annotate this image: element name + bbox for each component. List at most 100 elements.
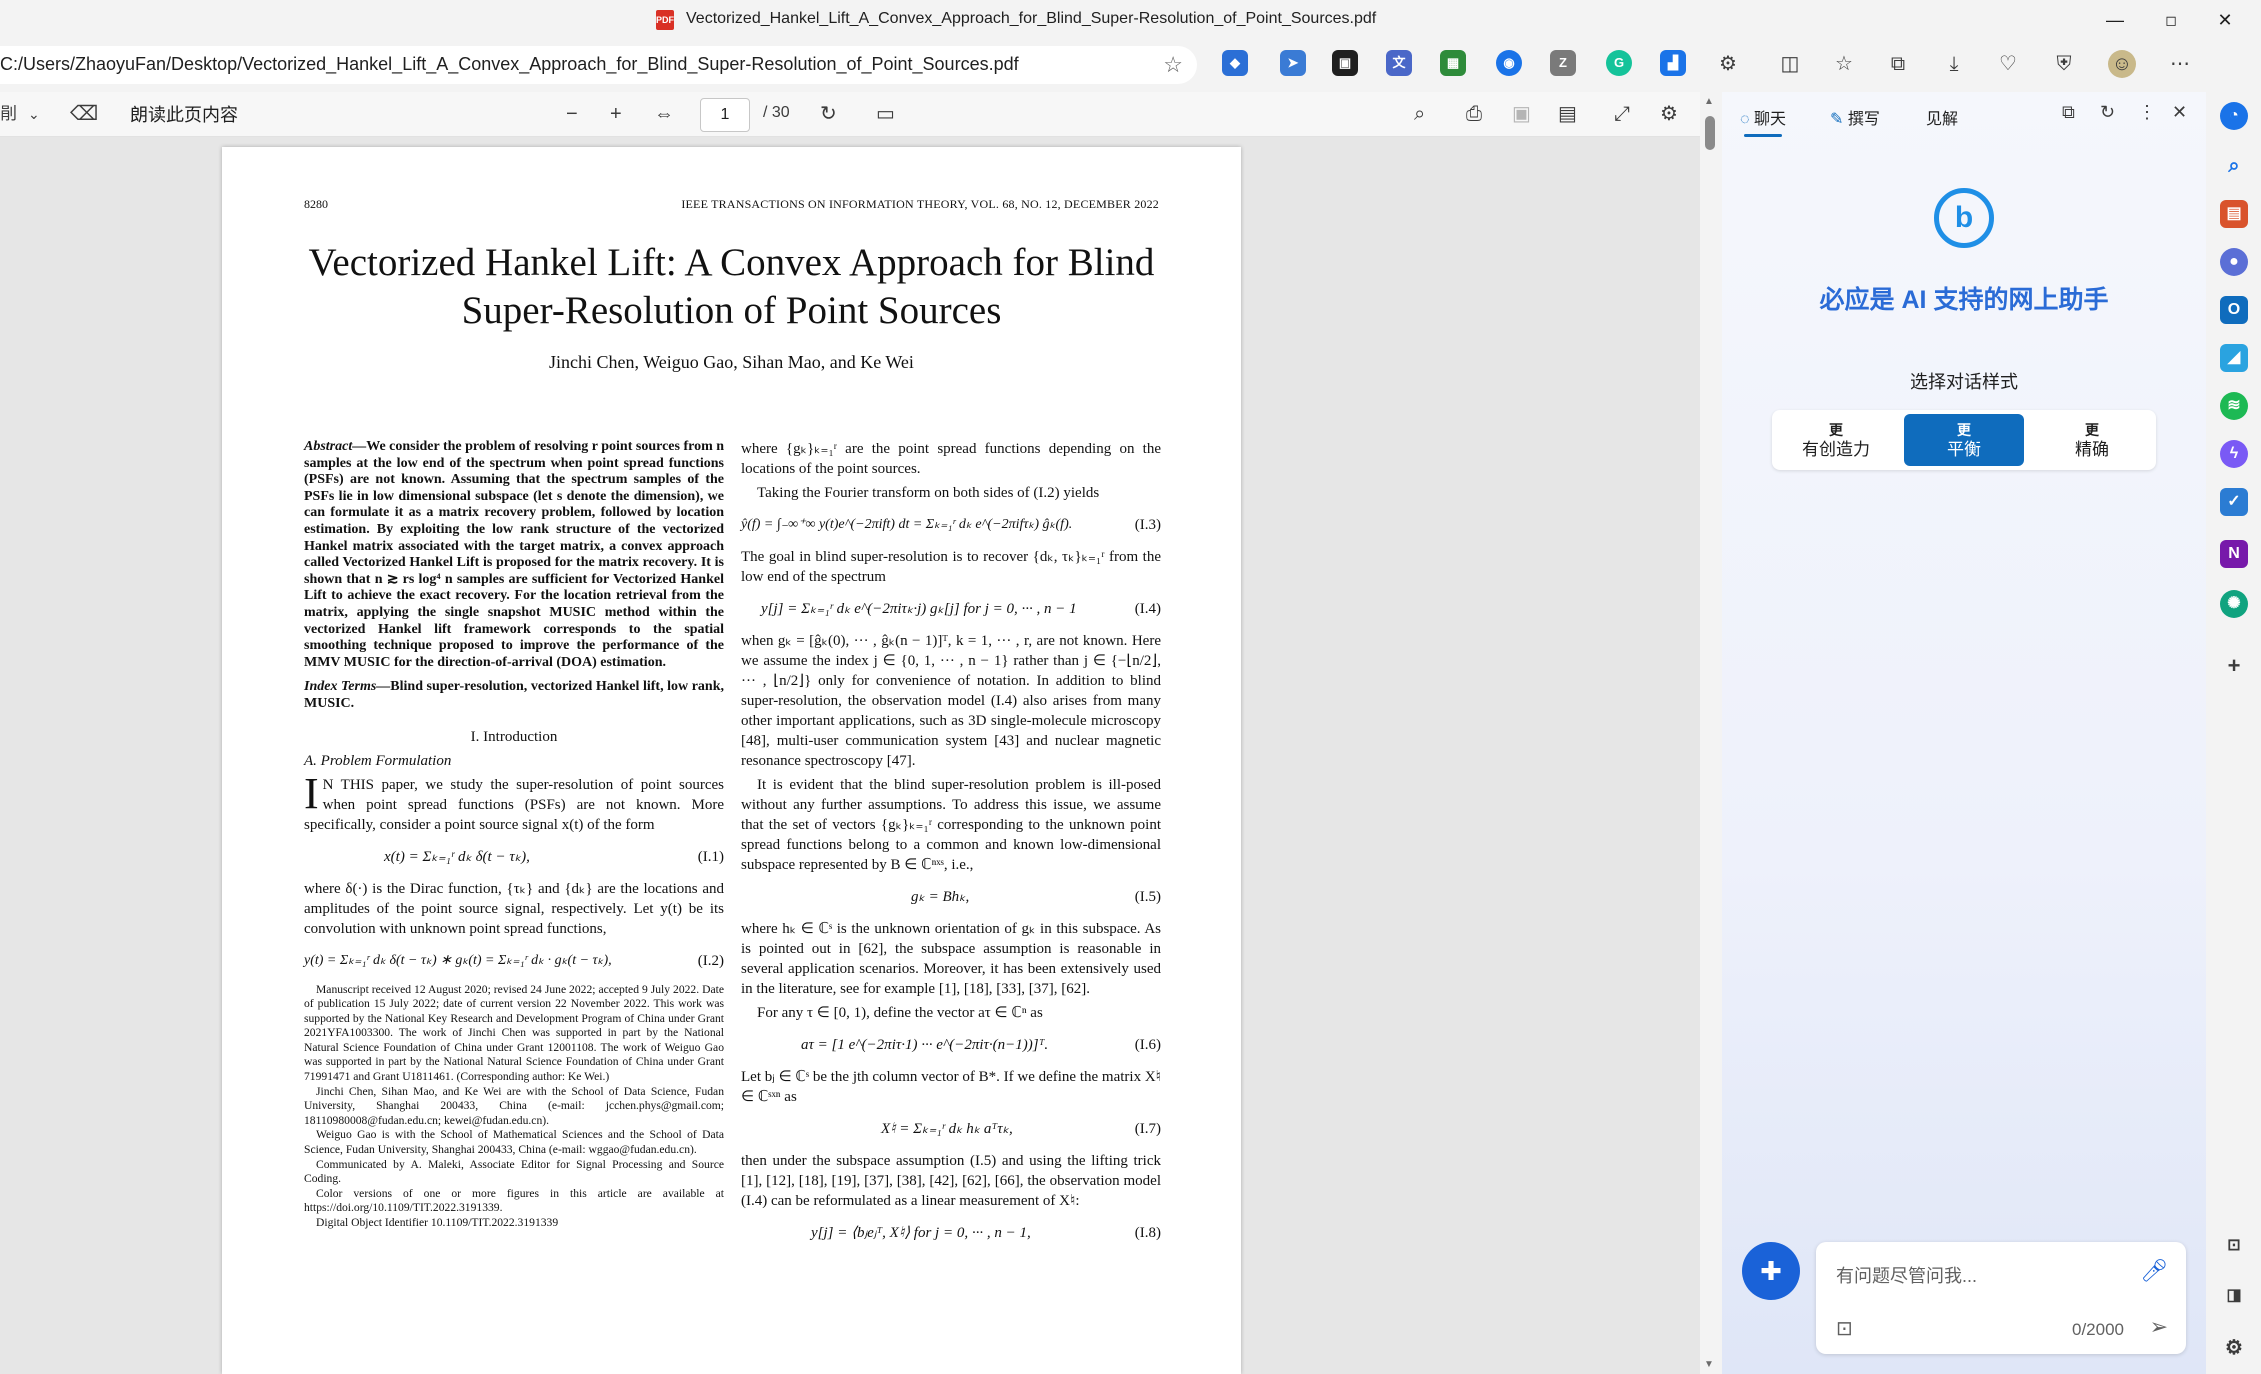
settings-icon[interactable]: ⚙ <box>2220 1334 2248 1362</box>
maximize-button[interactable]: ◻ <box>2148 6 2194 34</box>
tab-compose[interactable]: ✎ 撰写 <box>1830 105 1880 129</box>
window-title: Vectorized_Hankel_Lift_A_Convex_Approach… <box>686 10 1377 27</box>
style-label: 选择对话样式 <box>1910 372 2018 392</box>
right-column: where {gₖ}ₖ₌₁ʳ are the point spread func… <box>741 439 1161 1255</box>
scrollbar-thumb[interactable] <box>1705 116 1715 150</box>
read-aloud-button[interactable]: 朗读此页内容 <box>130 101 238 127</box>
zoom-out-icon[interactable]: − <box>566 101 578 127</box>
glasses-extension-icon[interactable]: ▣ <box>1332 50 1358 76</box>
paragraph: where δ(·) is the Dirac function, {τₖ} a… <box>304 880 724 937</box>
chat-input-box[interactable]: 有问题尽管问我... 🎤︎ ⊡ 0/2000 ➢ <box>1816 1242 2186 1354</box>
add-icon[interactable]: + <box>2220 652 2248 680</box>
microphone-icon[interactable]: 🎤︎ <box>2140 1258 2168 1284</box>
equation: y[j] = Σₖ₌₁ʳ dₖ e^(−2πiτₖ·j) gₖ[j] for j… <box>761 601 1161 617</box>
address-bar[interactable]: C:/Users/ZhaoyuFan/Desktop/Vectorized_Ha… <box>0 46 1197 84</box>
profile-avatar[interactable]: ☺ <box>2108 50 2136 78</box>
new-topic-button[interactable]: ✚ <box>1742 1242 1800 1300</box>
tools-icon[interactable]: ▤ <box>2220 200 2248 228</box>
collections-icon[interactable]: ⧉ <box>1884 50 1912 78</box>
print-icon[interactable]: ⎙ <box>1466 101 1482 127</box>
more-menu-icon[interactable]: ⋯ <box>2166 50 2194 78</box>
paragraph: Let bⱼ ∈ ℂˢ be the jth column vector of … <box>741 1069 1162 1105</box>
style-creative-button[interactable]: 更有创造力 <box>1776 414 1896 466</box>
send-extension-icon[interactable]: ➤ <box>1280 50 1306 76</box>
save-as-icon[interactable]: ▤ <box>1558 101 1577 127</box>
split-screen-icon[interactable]: ◫ <box>1776 50 1804 78</box>
footnote: Color versions of one or more figures in… <box>304 1186 724 1215</box>
dropcap: I <box>304 768 319 818</box>
chevron-down-icon[interactable]: ⌄ <box>28 101 40 127</box>
copilot-heading: 必应是 AI 支持的网上助手 <box>1819 286 2109 314</box>
close-sidebar-icon[interactable]: ✕ <box>2172 102 2187 123</box>
save-icon[interactable]: ▣ <box>1512 101 1531 127</box>
style-balanced-button[interactable]: 更平衡 <box>1904 414 2024 466</box>
off-extension-icon[interactable]: ▦ <box>1440 50 1466 76</box>
tab-chat[interactable]: ◌ 聊天 <box>1740 105 1786 137</box>
scroll-down-icon[interactable]: ▼ <box>1704 1359 1714 1370</box>
zotero-extension-icon[interactable]: Z <box>1550 50 1576 76</box>
drop-icon[interactable]: ◢ <box>2220 344 2248 372</box>
fullscreen-icon[interactable]: ⤢ <box>1614 101 1630 127</box>
rotate-icon[interactable]: ↻ <box>820 101 837 127</box>
minimize-button[interactable]: — <box>2092 6 2138 34</box>
screenshot-icon[interactable]: ⊡ <box>2220 1232 2248 1260</box>
chat-input-placeholder[interactable]: 有问题尽管问我... <box>1836 1262 1977 1288</box>
search-icon[interactable]: ⌕ <box>2220 152 2248 180</box>
url-text[interactable]: C:/Users/ZhaoyuFan/Desktop/Vectorized_Ha… <box>0 54 1019 75</box>
copilot-sidebar: ◌ 聊天 ✎ 撰写 见解 ⧉ ↻ ⋮ ✕ b 必应是 AI 支持的网上助手 选择… <box>1722 92 2206 1374</box>
shield-extension-icon[interactable]: ◆ <box>1222 50 1248 76</box>
page-number-input[interactable]: 1 <box>700 98 750 132</box>
games-icon[interactable]: ● <box>2220 248 2248 276</box>
index-terms-label: Index Terms— <box>304 679 391 695</box>
intro-text: N THIS paper, we study the super-resolut… <box>304 776 724 833</box>
abstract-text: We consider the problem of resolving r p… <box>304 439 725 670</box>
extensions-icon[interactable]: ⚙ <box>1714 50 1742 78</box>
bing-logo-icon: b <box>1934 188 1994 248</box>
notifications-icon[interactable]: ◔ <box>2220 102 2248 130</box>
search-icon[interactable]: ⌕ <box>1414 101 1425 127</box>
refresh-icon[interactable]: ↻ <box>2100 102 2115 123</box>
fit-page-icon[interactable]: ⇔ <box>654 101 674 127</box>
footnotes: Manuscript received 12 August 2020; revi… <box>304 983 724 1231</box>
tab-insights[interactable]: 见解 <box>1926 105 1958 129</box>
assistant-extension-icon[interactable]: ▟ <box>1660 50 1686 76</box>
translate-extension-icon[interactable]: 文 <box>1386 50 1412 76</box>
image-search-icon[interactable]: ⊡ <box>1836 1316 1853 1341</box>
section-heading: I. Introduction <box>470 728 558 745</box>
close-window-button[interactable]: ✕ <box>2202 6 2248 34</box>
style-precise-button[interactable]: 更精确 <box>2032 414 2152 466</box>
spotify-icon[interactable]: ≋ <box>2220 392 2248 420</box>
character-count: 0/2000 <box>2072 1320 2124 1339</box>
send-icon[interactable]: ➢ <box>2150 1314 2168 1340</box>
onenote-icon[interactable]: N <box>2220 540 2248 568</box>
paper-authors: Jinchi Chen, Weiguo Gao, Sihan Mao, and … <box>549 352 914 372</box>
index-terms: Index Terms—Blind super-resolution, vect… <box>304 679 724 712</box>
open-in-new-icon[interactable]: ⧉ <box>2062 102 2075 123</box>
star-icon[interactable]: ☆ <box>1163 52 1183 78</box>
grammarly-extension-icon[interactable]: G <box>1606 50 1632 76</box>
abstract: Abstract—We consider the problem of reso… <box>304 439 724 671</box>
hide-sidebar-icon[interactable]: ◨ <box>2220 1282 2248 1310</box>
settings-icon[interactable]: ⚙ <box>1660 101 1678 127</box>
scroll-up-icon[interactable]: ▲ <box>1704 96 1714 107</box>
downloads-icon[interactable]: ⤓ <box>1940 50 1968 78</box>
zoom-extension-icon[interactable]: ◉ <box>1496 50 1522 76</box>
chatgpt-icon[interactable]: ✺ <box>2220 590 2248 618</box>
zoom-in-icon[interactable]: + <box>610 101 622 127</box>
footnote: Weiguo Gao is with the School of Mathema… <box>304 1128 724 1157</box>
erase-icon[interactable]: ⌫ <box>70 101 98 127</box>
draw-button[interactable]: 剈 <box>0 101 17 127</box>
browser-essentials-icon[interactable]: ⛨ <box>2050 50 2078 78</box>
messenger-icon[interactable]: ϟ <box>2220 440 2248 468</box>
performance-icon[interactable]: ♡ <box>1994 50 2022 78</box>
more-options-icon[interactable]: ⋮ <box>2138 102 2156 123</box>
favorites-icon[interactable]: ☆ <box>1830 50 1858 78</box>
paragraph: Taking the Fourier transform on both sid… <box>757 485 1100 501</box>
edge-sidebar-rail: ◔ ⌕ ▤ ● O ◢ ≋ ϟ ✓ N ✺ + ⊡ ◨ ⚙ <box>2206 40 2261 1374</box>
page-view-icon[interactable]: ▭ <box>876 101 895 127</box>
paragraph: For any τ ∈ [0, 1), define the vector aτ… <box>757 1005 1043 1021</box>
outlook-icon[interactable]: O <box>2220 296 2248 324</box>
todo-icon[interactable]: ✓ <box>2220 488 2248 516</box>
compose-icon: ✎ <box>1830 111 1848 128</box>
pdf-scrollbar[interactable]: ▲ ▼ <box>1700 92 1722 1374</box>
